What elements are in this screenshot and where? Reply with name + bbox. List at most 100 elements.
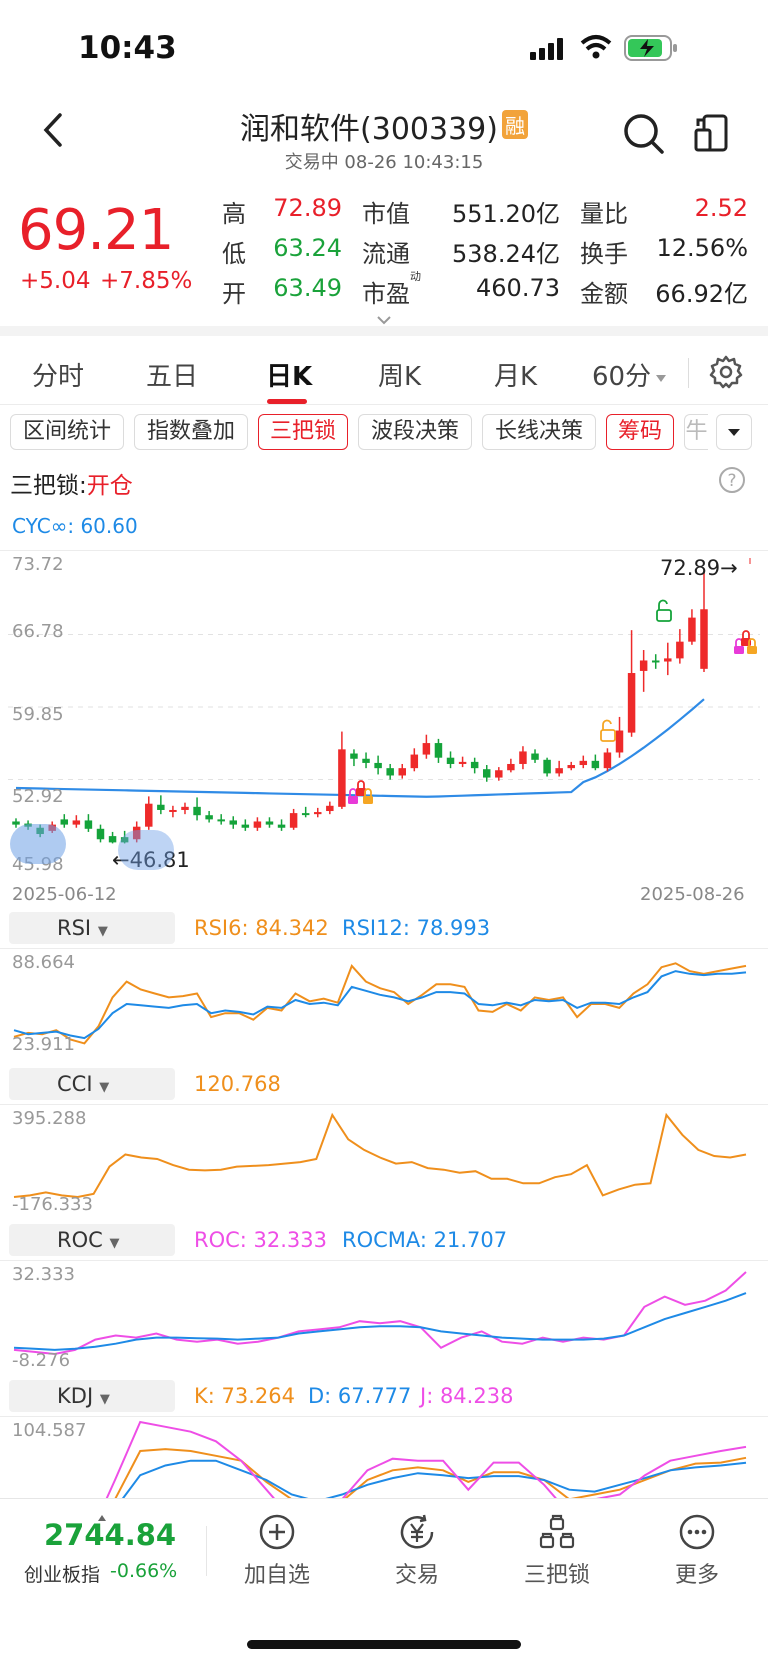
cci-y-bottom: -176.333 [12, 1194, 93, 1215]
chip-range-stats[interactable]: 区间统计 [10, 414, 124, 450]
home-indicator[interactable] [247, 1640, 521, 1649]
more-icon [678, 1513, 716, 1551]
candle-body [495, 770, 503, 778]
signal-icon [530, 38, 566, 60]
nav-trade[interactable]: 交易 [362, 1513, 472, 1589]
chips-more-button[interactable] [716, 414, 752, 450]
lock-marker [747, 638, 757, 654]
price-change: +5.04 [20, 268, 91, 294]
series-line-rocma [13, 1292, 747, 1351]
candle-body [446, 757, 455, 764]
gear-icon[interactable] [708, 354, 744, 390]
nav-three-locks[interactable]: 三把锁 [502, 1513, 612, 1589]
tab-daily-k[interactable]: 日K [266, 356, 312, 393]
rsi-chart [13, 962, 747, 1045]
label-open: 开 [222, 280, 246, 308]
chip-chips[interactable]: 筹码 [606, 414, 674, 450]
candle-body [96, 828, 105, 840]
candle-body [181, 806, 189, 810]
current-price: 69.21 [18, 198, 174, 263]
candlestick-chart[interactable] [0, 550, 768, 880]
series-line-rsi6 [13, 962, 747, 1045]
search-icon[interactable] [622, 112, 666, 156]
svg-text:?: ? [727, 471, 736, 491]
candle-body [507, 763, 515, 771]
value-high: 72.89 [273, 194, 342, 222]
candle-body [567, 765, 575, 769]
unlock-marker [656, 599, 672, 622]
three-locks-status: 三把锁:开仓 [10, 466, 133, 500]
value-amount: 66.92亿 [655, 280, 748, 308]
candle-body [229, 820, 238, 825]
tab-60min[interactable]: 60分 [592, 356, 651, 393]
index-up-arrow [98, 1506, 106, 1521]
rsi6-value: RSI6: 84.342 [194, 916, 329, 940]
candle-body [265, 821, 274, 825]
candle-body [627, 673, 636, 733]
rsi12-value: RSI12: 78.993 [342, 916, 491, 940]
cci-top-line [0, 1104, 768, 1105]
tab-monthly-k[interactable]: 月K [494, 356, 537, 393]
tab-weekly-k[interactable]: 周K [378, 356, 421, 393]
candle-body [639, 660, 648, 671]
series-line-j [105, 1420, 747, 1498]
chip-bull[interactable]: 牛 [684, 414, 708, 450]
candle-body [338, 749, 346, 807]
candle-body [217, 819, 225, 822]
roc-selector[interactable]: ROC ▼ [9, 1224, 175, 1256]
chip-three-locks[interactable]: 三把锁 [258, 414, 348, 450]
chip-long-decision[interactable]: 长线决策 [482, 414, 596, 450]
label-market-cap: 市值 [362, 200, 410, 228]
kdj-y-top: 104.587 [12, 1420, 87, 1441]
candle-body [434, 743, 443, 758]
candle-body [579, 760, 588, 766]
candle-body [664, 658, 672, 662]
candle-body [362, 758, 370, 763]
candle-body [386, 768, 394, 776]
k-value: K: 73.264 [194, 1384, 296, 1408]
chip-index-overlay[interactable]: 指数叠加 [134, 414, 248, 450]
candle-body [651, 660, 660, 663]
rocma-value: ROCMA: 21.707 [342, 1228, 508, 1252]
label-turnover: 换手 [580, 240, 628, 268]
candle-body [519, 751, 527, 764]
index-name[interactable]: 创业板指 [24, 1560, 100, 1587]
cci-selector[interactable]: CCI ▼ [9, 1068, 175, 1100]
rotate-screen-icon[interactable] [692, 112, 732, 156]
d-value: D: 67.777 [308, 1384, 412, 1408]
tab-five-day[interactable]: 五日 [146, 356, 198, 393]
label-volume-ratio: 量比 [580, 200, 628, 228]
nav-add-watchlist[interactable]: 加自选 [222, 1513, 332, 1589]
candle-body [676, 641, 684, 659]
candle-body [241, 824, 250, 828]
label-pe: 市盈 [362, 280, 410, 308]
candle-body [482, 769, 491, 778]
chip-band-decision[interactable]: 波段决策 [358, 414, 472, 450]
rsi-selector[interactable]: RSI ▼ [9, 912, 175, 944]
rsi-name: RSI [57, 916, 92, 940]
help-icon[interactable]: ? [718, 466, 746, 494]
roc-y-top: 32.333 [12, 1264, 75, 1285]
index-value[interactable]: 2744.84 [44, 1518, 176, 1552]
series-line-rsi12 [13, 970, 747, 1040]
tab-intraday[interactable]: 分时 [32, 356, 84, 393]
cci-y-top: 395.288 [12, 1108, 87, 1129]
expand-icon[interactable] [376, 310, 392, 325]
trade-marker-bubble-1[interactable] [10, 824, 66, 864]
nav-trade-label: 交易 [394, 1563, 439, 1588]
bottom-divider [206, 1526, 207, 1576]
kdj-selector[interactable]: KDJ ▼ [9, 1380, 175, 1412]
candle-body [374, 762, 382, 769]
series-line-k [114, 1448, 747, 1498]
trade-marker-bubble-2[interactable] [118, 830, 174, 870]
section-separator [0, 326, 768, 336]
candle-body [12, 821, 20, 825]
label-high: 高 [222, 200, 246, 228]
candle-body [615, 730, 624, 753]
yen-icon [398, 1513, 436, 1551]
nav-more[interactable]: 更多 [642, 1513, 752, 1589]
candle-body [84, 820, 93, 829]
candle-body [531, 753, 539, 760]
wifi-icon [580, 34, 612, 60]
cci-name: CCI [57, 1072, 93, 1096]
